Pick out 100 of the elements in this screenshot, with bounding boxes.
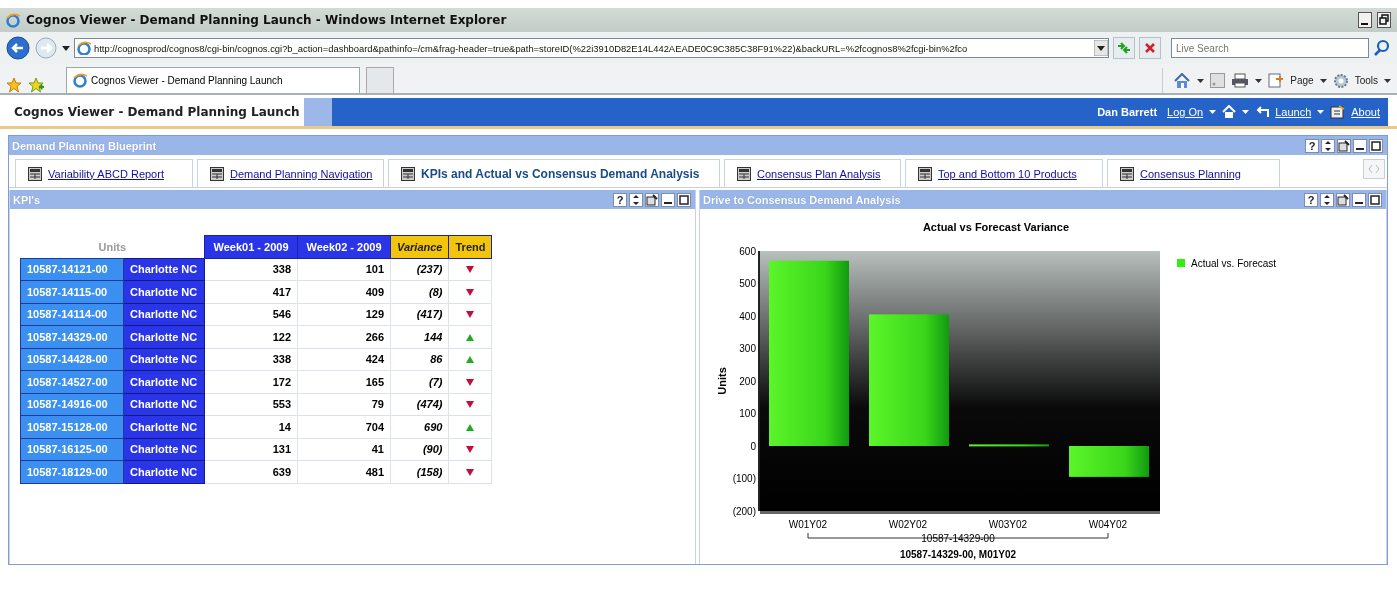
- table-cell: 266: [297, 325, 391, 348]
- print-icon[interactable]: [1231, 73, 1250, 88]
- table-cell: 144: [390, 325, 449, 348]
- report-icon: [28, 166, 42, 181]
- axis-title: Units: [716, 367, 728, 395]
- up-triangle-icon: [466, 333, 475, 341]
- table-cell: (90): [390, 438, 449, 461]
- row-header: 10587-16125-00: [20, 438, 124, 461]
- browser-logo-icon: [73, 73, 88, 88]
- close-icon[interactable]: [1139, 37, 1161, 59]
- help-button[interactable]: ?: [1305, 138, 1319, 153]
- table-cell: (7): [390, 370, 449, 393]
- row-header: 10587-18129-00: [20, 460, 124, 483]
- caret-icon[interactable]: [1317, 109, 1325, 115]
- table-cell: 129: [297, 303, 391, 326]
- table-cell: 79: [297, 393, 391, 416]
- report-tab[interactable]: Variability ABCD Report: [15, 159, 193, 187]
- return-arrow-icon[interactable]: [1255, 106, 1270, 118]
- table-cell: 546: [204, 303, 298, 326]
- caret-icon[interactable]: [1197, 78, 1205, 83]
- tick-label: W03Y02: [988, 519, 1028, 530]
- favorites-star-icon[interactable]: [6, 77, 22, 93]
- header-block: [304, 98, 332, 126]
- row-header: 10587-14527-00: [20, 370, 124, 393]
- table-cell: (237): [390, 258, 449, 281]
- panel-title: KPI's: [13, 193, 42, 206]
- table-cell: 424: [297, 348, 391, 371]
- add-favorite-icon[interactable]: [28, 77, 44, 93]
- refresh-icon[interactable]: [1320, 192, 1334, 207]
- caret-icon[interactable]: [1319, 78, 1327, 83]
- table-cell: (158): [390, 460, 449, 483]
- tick-label: 300: [739, 343, 756, 354]
- table-cell: 122: [204, 325, 298, 348]
- report-tab[interactable]: Demand Planning Navigation: [197, 159, 384, 187]
- maximize-icon[interactable]: [1368, 192, 1382, 207]
- table-cell: 690: [390, 415, 449, 438]
- browser-logo-icon: [6, 12, 21, 28]
- minimize-icon[interactable]: [1353, 138, 1367, 153]
- down-triangle-icon: [466, 288, 475, 296]
- table-cell: 338: [204, 348, 298, 371]
- back-button-icon[interactable]: [6, 36, 30, 60]
- portal-title: Demand Planning Blueprint: [12, 139, 158, 152]
- minimize-icon[interactable]: [1352, 192, 1366, 207]
- toolbar-menu[interactable]: Page: [1290, 75, 1314, 86]
- table-cell: (417): [390, 303, 449, 326]
- browser-tab[interactable]: Cognos Viewer - Demand Planning Launch: [66, 67, 360, 93]
- column-header: Week01 - 2009: [204, 235, 298, 258]
- toolbar-menu[interactable]: Tools: [1354, 75, 1378, 86]
- help-button[interactable]: ?: [613, 192, 627, 207]
- address-field[interactable]: http://cognosprod/cognos8/cgi-bin/cognos.cgi?b_action=dashboard&pathinfo=/cm&frag-header=true&path=storeID(%22i3910D82E14L442AEADE0C9C385C38F91%22)&backURL=%2fcognos8%2fcgi-bin%2fco: [74, 38, 1109, 58]
- properties-icon[interactable]: [645, 192, 659, 207]
- maximize-icon[interactable]: [677, 192, 691, 207]
- tick-label: 600: [739, 245, 756, 257]
- caret-icon[interactable]: [1384, 78, 1391, 83]
- minimize-icon[interactable]: [661, 192, 675, 207]
- search-field[interactable]: Live Search: [1171, 38, 1369, 58]
- report-tab[interactable]: Consensus Planning: [1107, 159, 1280, 187]
- row-header: 10587-14114-00: [20, 303, 124, 326]
- table-cell: 41: [297, 438, 391, 461]
- report-tab[interactable]: Top and Bottom 10 Products: [905, 159, 1103, 187]
- report-icon: [210, 166, 224, 181]
- report-tab[interactable]: Consensus Plan Analysis: [724, 159, 901, 187]
- chart-title: Actual vs Forecast Variance: [922, 221, 1070, 233]
- row-header: Charlotte NC: [123, 258, 205, 281]
- column-header: Trend: [448, 235, 492, 258]
- header-link[interactable]: About: [1351, 106, 1380, 118]
- header-link[interactable]: Launch: [1275, 106, 1312, 118]
- axis-title: 10587-14329-00, M01Y02: [899, 549, 1017, 560]
- search-icon[interactable]: [1373, 39, 1391, 57]
- maximize-icon[interactable]: [1369, 138, 1383, 153]
- table-cell: 639: [204, 460, 298, 483]
- header-link[interactable]: Log On: [1167, 106, 1204, 118]
- tick-label: (200): [732, 505, 756, 517]
- table-cell: 553: [204, 393, 298, 416]
- refresh-icon[interactable]: [629, 192, 643, 207]
- refresh-button-icon[interactable]: [1113, 37, 1135, 59]
- dropdown-caret-icon[interactable]: [62, 45, 70, 51]
- caret-icon[interactable]: [1209, 109, 1217, 115]
- tick-label: (100): [732, 473, 756, 484]
- home-icon[interactable]: [1222, 105, 1237, 119]
- properties-icon[interactable]: [1336, 192, 1350, 207]
- home-icon[interactable]: [1173, 72, 1192, 89]
- restore-icon[interactable]: [1377, 12, 1391, 28]
- table-header: Units: [20, 235, 205, 258]
- gear-icon[interactable]: [1332, 72, 1349, 89]
- about-icon[interactable]: [1330, 104, 1346, 120]
- tick-label: 500: [739, 278, 756, 289]
- table-cell: 409: [297, 280, 391, 303]
- report-icon: [737, 166, 751, 181]
- caret-icon[interactable]: [1255, 78, 1263, 83]
- report-tab[interactable]: KPIs and Actual vs Consensus Demand Analysis: [388, 159, 720, 187]
- minimize-icon[interactable]: [1358, 12, 1372, 28]
- caret-icon[interactable]: [1242, 109, 1250, 115]
- app-title: Cognos Viewer - Demand Planning Launch: [13, 104, 301, 121]
- down-triangle-icon: [466, 266, 475, 274]
- properties-icon[interactable]: [1337, 138, 1351, 153]
- row-header: 10587-14329-00: [20, 325, 124, 348]
- refresh-icon[interactable]: [1321, 138, 1335, 153]
- help-button[interactable]: ?: [1304, 192, 1318, 207]
- dropdown-button-icon[interactable]: [1094, 40, 1108, 56]
